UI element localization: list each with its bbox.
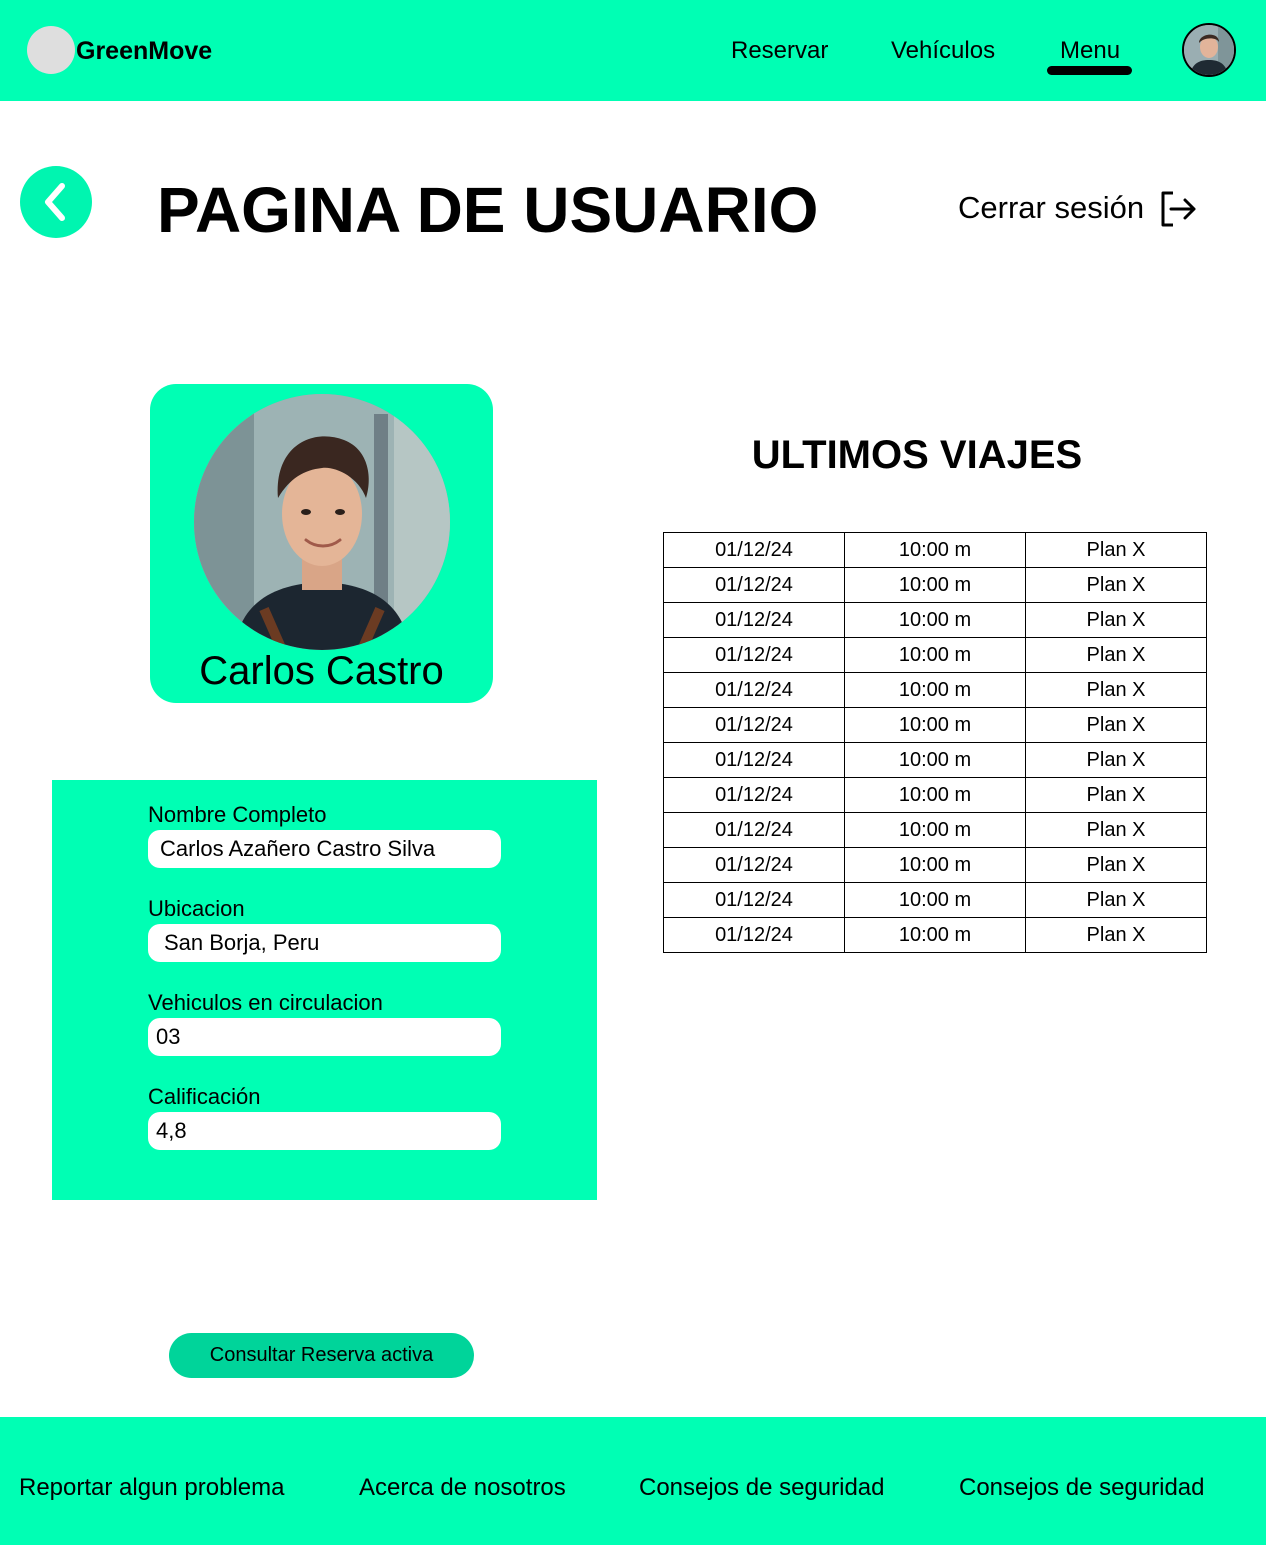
avatar[interactable] — [1182, 23, 1236, 77]
table-row: 01/12/24 10:00 m Plan X — [663, 742, 1207, 778]
trip-time-cell: 10:00 m — [844, 707, 1026, 743]
nav-vehiculos[interactable]: Vehículos — [891, 36, 995, 66]
full-name-label: Nombre Completo — [148, 802, 327, 827]
vehicles-field[interactable] — [148, 1018, 501, 1056]
table-row: 01/12/24 10:00 m Plan X — [663, 602, 1207, 638]
footer-link-report[interactable]: Reportar algun problema — [19, 1473, 285, 1503]
trip-date-cell: 01/12/24 — [663, 847, 845, 883]
trip-plan-cell: Plan X — [1025, 567, 1207, 603]
active-nav-indicator — [1047, 66, 1132, 75]
trip-time-cell: 10:00 m — [844, 672, 1026, 708]
trip-date-cell: 01/12/24 — [663, 917, 845, 953]
profile-photo — [194, 394, 450, 650]
logout-icon[interactable] — [1158, 189, 1198, 229]
trip-plan-cell: Plan X — [1025, 812, 1207, 848]
table-row: 01/12/24 10:00 m Plan X — [663, 917, 1207, 953]
trip-date-cell: 01/12/24 — [663, 882, 845, 918]
trip-plan-cell: Plan X — [1025, 882, 1207, 918]
nav-menu[interactable]: Menu — [1060, 36, 1120, 66]
back-button[interactable] — [20, 166, 92, 238]
trip-plan-cell: Plan X — [1025, 532, 1207, 568]
trip-time-cell: 10:00 m — [844, 742, 1026, 778]
trip-time-cell: 10:00 m — [844, 602, 1026, 638]
nav-reservar[interactable]: Reservar — [731, 36, 828, 66]
chevron-left-icon — [45, 183, 65, 221]
page-title: PAGINA DE USUARIO — [157, 174, 819, 246]
trip-time-cell: 10:00 m — [844, 567, 1026, 603]
profile-card: Carlos Castro — [150, 384, 493, 703]
trip-date-cell: 01/12/24 — [663, 777, 845, 813]
vehicles-label: Vehiculos en circulacion — [148, 990, 383, 1015]
logo-icon[interactable] — [27, 26, 75, 74]
trip-time-cell: 10:00 m — [844, 777, 1026, 813]
trip-plan-cell: Plan X — [1025, 917, 1207, 953]
trip-date-cell: 01/12/24 — [663, 567, 845, 603]
user-portrait-icon — [194, 394, 450, 650]
footer-link-safety[interactable]: Consejos de seguridad — [639, 1473, 885, 1503]
brand-name[interactable]: GreenMove — [76, 36, 212, 66]
trip-plan-cell: Plan X — [1025, 637, 1207, 673]
trip-plan-cell: Plan X — [1025, 742, 1207, 778]
rating-label: Calificación — [148, 1084, 261, 1109]
full-name-field[interactable] — [148, 830, 501, 868]
active-reservation-button[interactable]: Consultar Reserva activa — [169, 1333, 474, 1378]
trip-date-cell: 01/12/24 — [663, 707, 845, 743]
table-row: 01/12/24 10:00 m Plan X — [663, 567, 1207, 603]
location-label: Ubicacion — [148, 896, 245, 921]
table-row: 01/12/24 10:00 m Plan X — [663, 777, 1207, 813]
trip-time-cell: 10:00 m — [844, 847, 1026, 883]
trips-table: 01/12/24 10:00 m Plan X 01/12/24 10:00 m Plan… — [663, 532, 1207, 953]
footer: Reportar algun problema Acerca de nosotr… — [0, 1417, 1266, 1545]
footer-link-about[interactable]: Acerca de nosotros — [359, 1473, 566, 1503]
rating-field[interactable] — [148, 1112, 501, 1150]
trip-date-cell: 01/12/24 — [663, 672, 845, 708]
trip-date-cell: 01/12/24 — [663, 742, 845, 778]
top-nav-bar: GreenMove Reservar Vehículos Menu — [0, 0, 1266, 101]
table-row: 01/12/24 10:00 m Plan X — [663, 882, 1207, 918]
table-row: 01/12/24 10:00 m Plan X — [663, 637, 1207, 673]
trip-time-cell: 10:00 m — [844, 882, 1026, 918]
trip-date-cell: 01/12/24 — [663, 602, 845, 638]
location-field[interactable] — [148, 924, 501, 962]
table-row: 01/12/24 10:00 m Plan X — [663, 532, 1207, 568]
footer-link-safety-2[interactable]: Consejos de seguridad — [959, 1473, 1205, 1503]
trip-plan-cell: Plan X — [1025, 602, 1207, 638]
user-details-panel: Nombre Completo Ubicacion Vehiculos en c… — [52, 780, 597, 1200]
logout-button[interactable]: Cerrar sesión — [958, 186, 1144, 230]
trip-plan-cell: Plan X — [1025, 672, 1207, 708]
table-row: 01/12/24 10:00 m Plan X — [663, 847, 1207, 883]
trip-date-cell: 01/12/24 — [663, 637, 845, 673]
trip-plan-cell: Plan X — [1025, 707, 1207, 743]
table-row: 01/12/24 10:00 m Plan X — [663, 672, 1207, 708]
trip-time-cell: 10:00 m — [844, 637, 1026, 673]
trip-time-cell: 10:00 m — [844, 532, 1026, 568]
trip-plan-cell: Plan X — [1025, 847, 1207, 883]
trip-time-cell: 10:00 m — [844, 812, 1026, 848]
trip-plan-cell: Plan X — [1025, 777, 1207, 813]
table-row: 01/12/24 10:00 m Plan X — [663, 812, 1207, 848]
avatar-photo-icon — [1184, 25, 1234, 75]
profile-name: Carlos Castro — [199, 649, 444, 693]
trip-date-cell: 01/12/24 — [663, 532, 845, 568]
trips-title: ULTIMOS VIAJES — [751, 433, 1083, 477]
trip-time-cell: 10:00 m — [844, 917, 1026, 953]
table-row: 01/12/24 10:00 m Plan X — [663, 707, 1207, 743]
trip-date-cell: 01/12/24 — [663, 812, 845, 848]
